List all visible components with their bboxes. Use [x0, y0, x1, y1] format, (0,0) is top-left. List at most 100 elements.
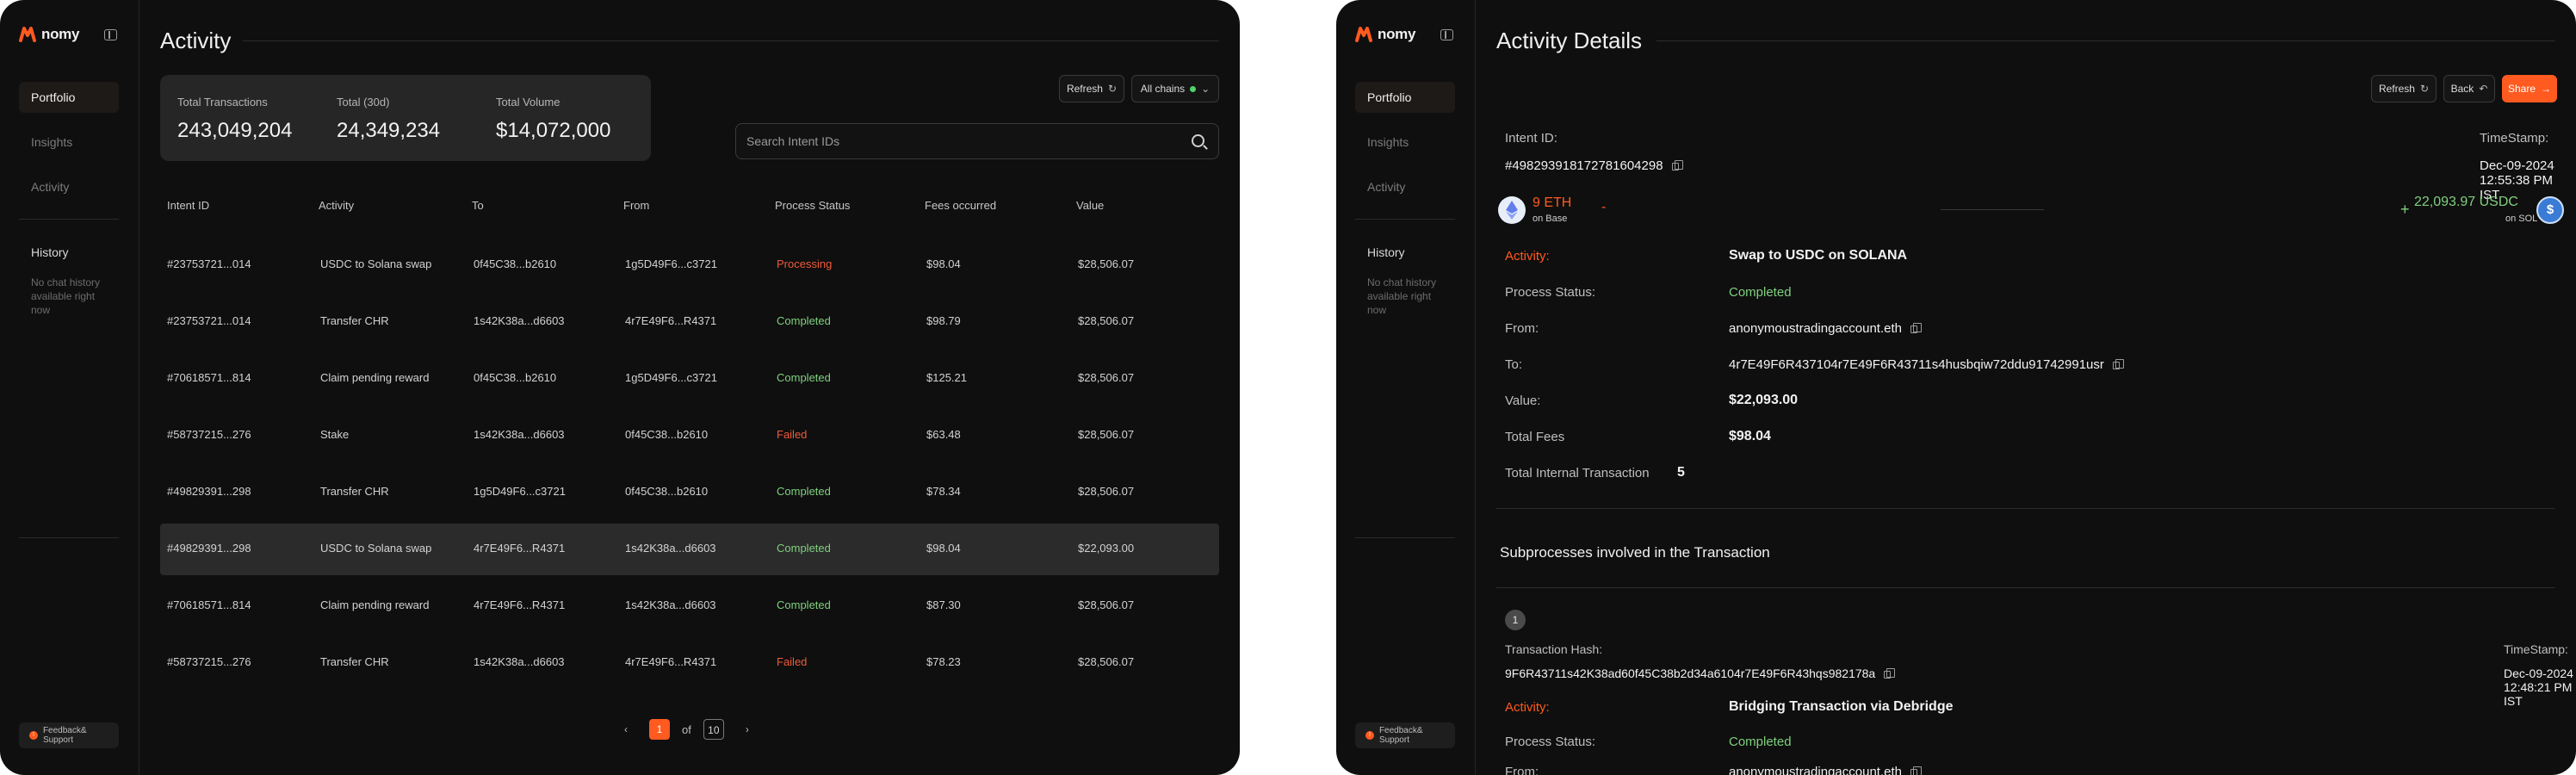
feedback-icon: !	[1365, 731, 1374, 740]
sidebar-item-insights[interactable]: Insights	[19, 127, 119, 158]
back-button[interactable]: Back ↶	[2443, 75, 2495, 102]
copy-icon[interactable]	[2112, 358, 2124, 369]
copy-icon[interactable]	[1884, 667, 1896, 679]
chain-filter-select[interactable]: All chains ⌄	[1131, 75, 1219, 102]
to-token-sign: +	[2400, 201, 2410, 218]
table-row[interactable]: #58737215...276 Stake 1s42K38a...d6603 0f45…	[160, 410, 1219, 462]
col-fees[interactable]: Fees occurred	[925, 199, 996, 212]
activity-cell: Claim pending reward	[320, 371, 430, 384]
current-page[interactable]: 1	[649, 719, 670, 740]
fees-cell: $78.34	[926, 485, 961, 498]
sidebar-collapse-icon[interactable]	[1440, 29, 1453, 40]
table-row[interactable]: #49829391...298 Transfer CHR 1g5D49F6...c3…	[160, 467, 1219, 518]
col-from[interactable]: From	[623, 199, 649, 212]
brand[interactable]: nomy	[19, 26, 79, 43]
from-cell: 0f45C38...b2610	[625, 428, 709, 441]
refresh-button[interactable]: Refresh ↻	[2371, 75, 2437, 102]
step-activity-value: Bridging Transaction via Debridge	[1729, 699, 1954, 714]
share-button[interactable]: Share →	[2502, 75, 2557, 102]
col-activity[interactable]: Activity	[319, 199, 354, 212]
from-address: anonymoustradingaccount.eth	[1729, 321, 1902, 336]
section-divider	[1496, 508, 2555, 509]
fees-cell: $63.48	[926, 428, 961, 441]
table-row[interactable]: #23753721...014 USDC to Solana swap 0f45C3…	[160, 239, 1219, 291]
to-cell: 4r7E49F6...R4371	[474, 598, 566, 611]
intent-id-cell: #70618571...814	[167, 598, 251, 611]
copy-icon[interactable]	[1910, 766, 1922, 775]
step-status-value: Completed	[1729, 735, 1792, 749]
from-cell: 1s42K38a...d6603	[625, 598, 716, 611]
stat-label: Total Volume	[496, 96, 560, 108]
page-title: Activity Details	[1496, 28, 1643, 53]
fees-cell: $78.23	[926, 655, 961, 668]
search-icon[interactable]	[1192, 134, 1204, 147]
status-cell: Completed	[777, 485, 831, 498]
stat-value: 243,049,204	[177, 119, 293, 142]
step-timestamp-value: Dec-09-2024 12:48:21 PM IST	[2504, 666, 2573, 708]
from-cell: 4r7E49F6...R4371	[625, 655, 717, 668]
to-token-amount: 22,093.97 USDC	[2414, 195, 2518, 209]
activity-cell: USDC to Solana swap	[320, 257, 432, 270]
prev-page-button[interactable]: ‹	[620, 723, 632, 735]
stat-total-transactions: Total Transactions 243,049,204	[177, 96, 292, 143]
col-process-status[interactable]: Process Status	[775, 199, 850, 212]
intent-id-text: #498293918172781604298	[1505, 158, 1663, 173]
col-value[interactable]: Value	[1076, 199, 1104, 212]
intent-id-cell: #58737215...276	[167, 428, 251, 441]
brand-name: nomy	[41, 26, 80, 42]
next-page-button[interactable]: ›	[741, 723, 753, 735]
table-row[interactable]: #58737215...276 Transfer CHR 1s42K38a...d6…	[160, 637, 1219, 689]
refresh-label: Refresh	[2378, 83, 2415, 95]
tx-hash-value: 9F6R43711s42K38ad60f45C38b2d34a6104r7E49…	[1505, 666, 1896, 680]
page-title: Activity	[160, 28, 232, 53]
value-cell: $28,506.07	[1078, 598, 1135, 611]
internal-tx-value: 5	[1677, 465, 1685, 480]
sidebar-item-portfolio[interactable]: Portfolio	[19, 82, 119, 113]
step-status-label: Process Status:	[1505, 735, 1596, 749]
value-cell: $22,093.00	[1078, 542, 1135, 555]
sidebar: nomy Portfolio Insights Activity History…	[1336, 0, 1476, 775]
sidebar-item-activity[interactable]: Activity	[19, 171, 119, 202]
feedback-button[interactable]: ! Feedback& Support	[19, 722, 119, 748]
refresh-button[interactable]: Refresh ↻	[1059, 75, 1124, 102]
col-to[interactable]: To	[472, 199, 484, 212]
sidebar-item-activity[interactable]: Activity	[1355, 171, 1455, 202]
activity-cell: Stake	[320, 428, 350, 441]
eth-token-icon	[1498, 196, 1526, 224]
table-row[interactable]: #49829391...298 USDC to Solana swap 4r7E49…	[160, 524, 1219, 575]
status-cell: Processing	[777, 257, 833, 270]
feedback-button[interactable]: ! Feedback& Support	[1355, 722, 1455, 748]
activity-window: nomy Portfolio Insights Activity History…	[0, 0, 1240, 775]
from-value: anonymoustradingaccount.eth	[1729, 321, 1922, 336]
from-cell: 1g5D49F6...c3721	[625, 257, 717, 270]
sidebar-item-portfolio[interactable]: Portfolio	[1355, 82, 1455, 113]
status-cell: Completed	[777, 542, 831, 555]
copy-icon[interactable]	[1910, 322, 1922, 333]
activity-cell: Transfer CHR	[320, 655, 389, 668]
value-cell: $28,506.07	[1078, 485, 1135, 498]
from-token-chain: on Base	[1533, 214, 1568, 224]
to-cell: 1s42K38a...d6603	[474, 655, 565, 668]
stat-label: Total Transactions	[177, 96, 268, 108]
nomy-logo-icon	[19, 27, 36, 42]
refresh-icon: ↻	[2419, 83, 2430, 95]
search-input[interactable]	[746, 124, 1177, 158]
sidebar-item-insights[interactable]: Insights	[1355, 127, 1455, 158]
intent-id-cell: #23753721...014	[167, 314, 251, 327]
table-row[interactable]: #70618571...814 Claim pending reward 4r7E4…	[160, 580, 1219, 632]
section-divider	[1496, 587, 2555, 588]
copy-icon[interactable]	[1671, 159, 1683, 170]
table-row[interactable]: #23753721...014 Transfer CHR 1s42K38a...d6…	[160, 296, 1219, 348]
brand[interactable]: nomy	[1355, 26, 1415, 43]
total-fees-label: Total Fees	[1505, 430, 1565, 444]
sidebar-collapse-icon[interactable]	[104, 29, 117, 40]
col-intent-id[interactable]: Intent ID	[167, 199, 209, 212]
process-status-label: Process Status:	[1505, 285, 1596, 300]
sidebar-divider	[1355, 537, 1455, 538]
activity-cell: USDC to Solana swap	[320, 542, 432, 555]
total-pages[interactable]: 10	[703, 719, 724, 740]
table-row[interactable]: #70618571...814 Claim pending reward 0f45C…	[160, 353, 1219, 405]
activity-cell: Transfer CHR	[320, 485, 389, 498]
status-cell: Failed	[777, 655, 808, 668]
to-label: To:	[1505, 357, 1523, 372]
